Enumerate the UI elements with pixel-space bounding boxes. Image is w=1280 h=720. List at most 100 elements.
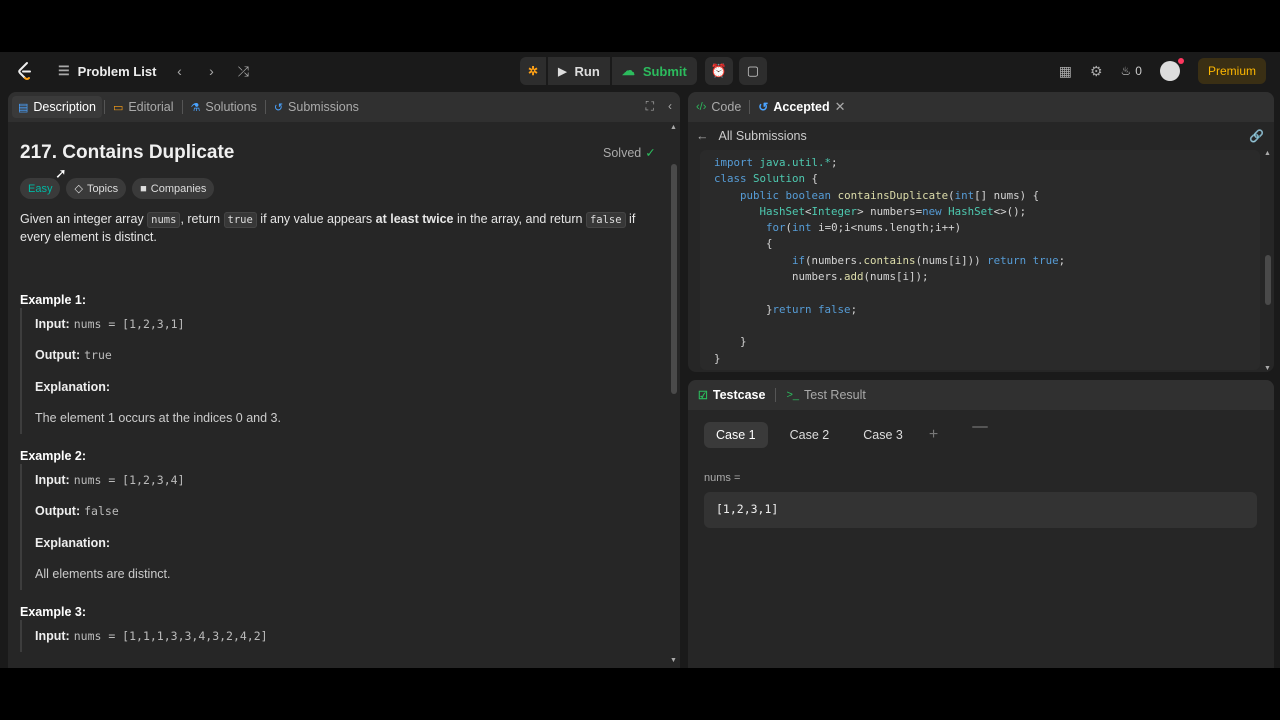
solved-label: Solved <box>603 145 642 160</box>
leetcode-logo-icon[interactable] <box>16 61 34 81</box>
tab-editorial[interactable]: ▭ Editorial <box>107 96 180 118</box>
note-icon: ▢ <box>746 63 760 78</box>
description-panel: ▤ Description ▭ Editorial ⚗ Solutions ↺ … <box>8 92 680 668</box>
code-panel: ‹/› Code ↺ Accepted ✕ ← All Submissions … <box>688 92 1274 372</box>
case-tab[interactable]: Case 2 <box>778 422 842 448</box>
output-value: true <box>84 348 112 363</box>
submission-subbar: ← All Submissions 🔗 <box>688 122 1274 150</box>
streak-count: 0 <box>1135 64 1142 78</box>
input-value: nums = [1,2,3,4] <box>73 472 185 487</box>
resize-handle[interactable] <box>972 426 988 428</box>
inline-code: false <box>585 212 626 228</box>
timer-button[interactable]: ⏰ <box>704 57 733 85</box>
scroll-down-icon[interactable]: ▼ <box>670 657 677 664</box>
avatar[interactable] <box>1159 58 1184 81</box>
link-icon[interactable]: 🔗 <box>1249 129 1264 143</box>
mouse-pointer-icon: ➚ <box>55 165 67 181</box>
check-circle-icon: ✓ <box>645 146 656 160</box>
example-title: Example 3: <box>20 605 87 619</box>
scrollbar-thumb[interactable] <box>671 164 677 394</box>
example-explanation: The element 1 occurs at the indices 0 an… <box>35 411 281 426</box>
code-line: if(numbers.contains(nums[i])) return tru… <box>792 253 1066 267</box>
problem-tags: Easy ◇ Topics ■ Companies <box>20 178 215 199</box>
tab-testcase[interactable]: ☑ Testcase <box>698 388 765 402</box>
code-line: }return false; <box>714 302 858 316</box>
code-scrollbar[interactable]: ▲ ▼ <box>1262 150 1274 372</box>
desc-text: Given an integer array <box>20 212 148 226</box>
book-icon: ▭ <box>112 101 124 114</box>
tab-code[interactable]: ‹/› Code <box>696 100 741 114</box>
top-bar: ☰ Problem List ‹ › ⤮ ✲ ▶ Run ☁ Submit ⏰ <box>0 52 1280 91</box>
inline-code: nums <box>147 212 181 228</box>
variable-input[interactable]: [1,2,3,1] <box>704 492 1257 528</box>
layout-grid-icon[interactable]: ▦ <box>1059 63 1072 80</box>
case-tab[interactable]: Case 1 <box>704 422 768 448</box>
tab-editorial-label: Editorial <box>128 100 174 114</box>
code-line: class Solution { <box>714 172 819 186</box>
tab-separator <box>103 100 105 114</box>
case-tab[interactable]: Case 3 <box>851 422 915 448</box>
shuffle-icon[interactable]: ⤮ <box>234 63 252 80</box>
checkbox-icon: ☑ <box>698 389 708 402</box>
example-title: Example 1: <box>20 293 87 307</box>
tab-test-result-label: Test Result <box>804 388 866 402</box>
flask-icon: ⚗ <box>190 101 201 114</box>
code-line: } <box>714 351 721 365</box>
case-selector: Case 1 Case 2 Case 3 + <box>704 422 942 448</box>
example-explanation: All elements are distinct. <box>35 567 171 582</box>
add-case-icon[interactable]: + <box>925 426 942 444</box>
app-frame: ☰ Problem List ‹ › ⤮ ✲ ▶ Run ☁ Submit ⏰ <box>0 52 1280 668</box>
next-problem-icon[interactable]: › <box>202 63 220 79</box>
alarm-icon: ⏰ <box>710 63 727 78</box>
example-block: Input: nums = [1,2,3,4] Output: false Expl… <box>20 464 420 590</box>
document-icon: ▤ <box>18 101 29 114</box>
list-icon: ☰ <box>58 63 70 78</box>
tab-accepted[interactable]: ↺ Accepted ✕ <box>758 99 845 115</box>
example-input: Input: nums = [1,1,1,3,3,4,3,2,4,2] <box>35 620 420 652</box>
scroll-up-icon[interactable]: ▲ <box>670 124 677 131</box>
description-scrollbar[interactable]: ▲ ▼ <box>670 124 678 664</box>
back-arrow-icon[interactable]: ← <box>696 129 709 143</box>
topics-tag[interactable]: ◇ Topics <box>66 178 127 199</box>
tab-description[interactable]: ▤ Description <box>12 96 102 118</box>
companies-tag[interactable]: ■ Companies <box>132 178 215 199</box>
tab-accepted-label: Accepted <box>773 100 830 114</box>
scrollbar-thumb[interactable] <box>1265 255 1271 305</box>
expand-icon[interactable]: ⛶ <box>646 99 654 114</box>
desc-text: in the array, and return <box>453 212 586 226</box>
example-block: Input: nums = [1,2,3,1] Output: true Expla… <box>20 308 420 434</box>
desc-text: if any value appears <box>256 212 376 226</box>
tab-solutions[interactable]: ⚗ Solutions <box>185 96 263 118</box>
cloud-upload-icon: ☁ <box>621 63 635 78</box>
close-icon[interactable]: ✕ <box>835 99 846 115</box>
tab-submissions-label: Submissions <box>288 100 359 114</box>
gear-icon[interactable]: ⚙ <box>1090 63 1103 80</box>
output-label: Output: <box>35 504 81 519</box>
explanation-label: Explanation: <box>35 535 111 550</box>
example-output: Output: true <box>35 340 420 372</box>
premium-button[interactable]: Premium <box>1197 58 1266 84</box>
all-submissions-link[interactable]: All Submissions <box>719 129 807 143</box>
scroll-down-icon[interactable]: ▼ <box>1264 365 1271 372</box>
input-label: Input: <box>35 316 70 331</box>
input-label: Input: <box>35 472 70 487</box>
submit-button[interactable]: ☁ Submit <box>611 57 697 85</box>
scroll-up-icon[interactable]: ▲ <box>1264 150 1271 157</box>
problem-list-button[interactable]: ☰ Problem List <box>58 63 156 79</box>
streak-counter[interactable]: ♨ 0 <box>1121 64 1142 78</box>
solved-status: Solved ✓ <box>603 145 656 161</box>
tab-test-result[interactable]: >_ Test Result <box>786 388 865 402</box>
top-bar-left: ☰ Problem List ‹ › ⤮ <box>16 61 252 81</box>
code-editor[interactable]: import java.util.*; class Solution { pub… <box>700 150 1260 370</box>
collapse-icon[interactable]: ‹ <box>668 99 672 114</box>
desc-bold: at least twice <box>375 212 454 226</box>
fire-icon: ♨ <box>1120 64 1132 78</box>
submit-label: Submit <box>642 63 687 79</box>
prev-problem-icon[interactable]: ‹ <box>170 63 188 79</box>
notes-button[interactable]: ▢ <box>738 57 767 85</box>
input-value: nums = [1,1,1,3,3,4,3,2,4,2] <box>73 628 268 643</box>
run-button[interactable]: ▶ Run <box>548 57 610 85</box>
debug-button[interactable]: ✲ <box>520 57 547 85</box>
tab-submissions[interactable]: ↺ Submissions <box>268 96 365 118</box>
